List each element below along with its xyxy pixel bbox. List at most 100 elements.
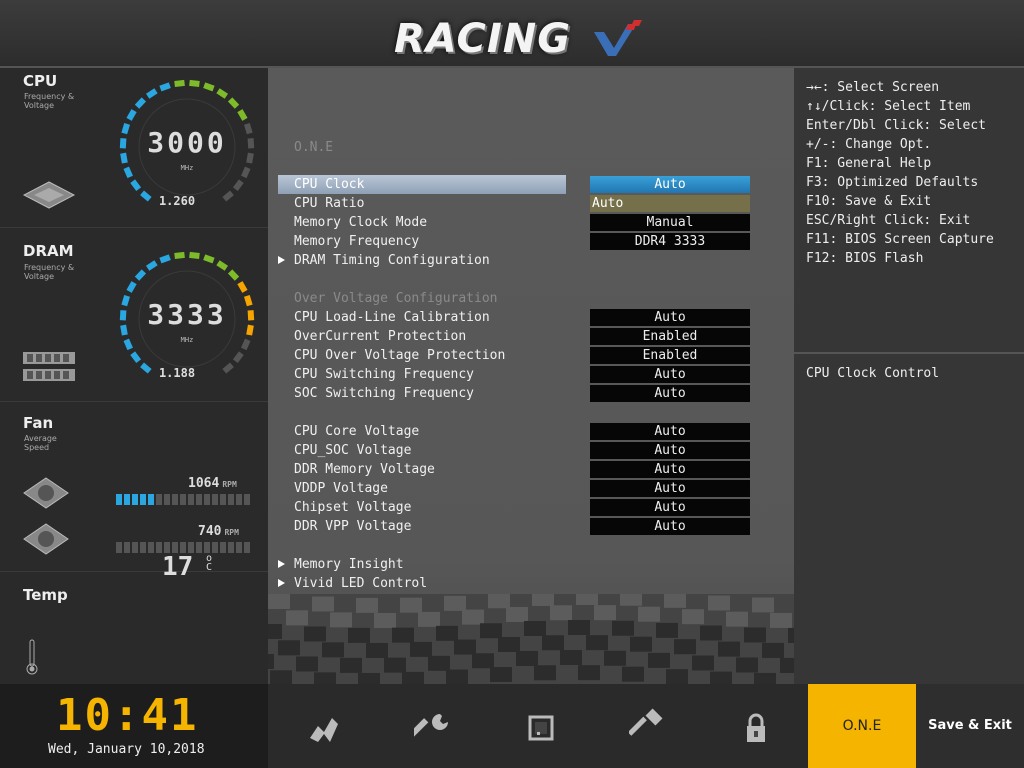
cpu-llc-value[interactable]: Auto <box>590 309 750 326</box>
flag-square <box>454 639 476 655</box>
flag-square <box>682 609 704 625</box>
fan-speed-segment <box>116 494 122 505</box>
cpu-switching-frequency-value[interactable]: Auto <box>590 366 750 383</box>
flag-square <box>366 642 388 658</box>
flag-square <box>516 650 538 666</box>
vddp-voltage-value[interactable]: Auto <box>590 480 750 497</box>
fan-section: Fan Average Speed 1064 RPM 740 RPM <box>0 402 268 572</box>
flag-square <box>534 665 556 681</box>
row-memory-insight[interactable]: Memory Insight <box>278 555 404 574</box>
row-chipset-voltage[interactable]: Chipset Voltage <box>294 498 411 517</box>
flag-square <box>744 627 766 643</box>
fan-speed-segment <box>148 542 154 553</box>
flag-square <box>312 596 334 612</box>
row-vddp-voltage[interactable]: VDDP Voltage <box>294 479 388 498</box>
flag-square <box>604 650 626 666</box>
gauge-segment <box>216 88 228 99</box>
row-dram-timing[interactable]: DRAM Timing Configuration <box>278 251 490 270</box>
header-bar: RACING <box>0 0 1024 68</box>
tab-save-exit[interactable]: Save & Exit <box>916 684 1024 768</box>
submenu-arrow-icon <box>278 256 285 264</box>
row-cpu-ratio[interactable]: CPU Ratio <box>294 194 364 213</box>
flag-square <box>340 657 362 673</box>
cpu-subtitle: Frequency & Voltage <box>24 92 75 110</box>
row-cpu-clock[interactable]: CPU Clock <box>278 175 566 194</box>
cpu-clock-value[interactable]: Auto <box>590 176 750 193</box>
memory-frequency-value[interactable]: DDR4 3333 <box>590 233 750 250</box>
speedometer-icon[interactable] <box>306 708 346 748</box>
lock-icon[interactable] <box>736 708 776 748</box>
fan-title: Fan <box>23 414 54 432</box>
flag-square <box>446 669 468 684</box>
section-title: O.N.E <box>294 140 334 155</box>
row-soc-switching-frequency[interactable]: SOC Switching Frequency <box>294 384 474 403</box>
row-memory-frequency[interactable]: Memory Frequency <box>294 232 419 251</box>
chip-icon[interactable] <box>521 708 561 748</box>
flag-square <box>718 641 740 657</box>
temp-section: Temp <box>0 572 268 684</box>
soc-switching-frequency-value[interactable]: Auto <box>590 385 750 402</box>
flag-square <box>524 620 546 636</box>
cpu-frequency-value: 3000 <box>147 126 227 159</box>
fan-speed-segment <box>228 542 234 553</box>
fan-speed-segment <box>220 494 226 505</box>
dram-module-icon <box>23 352 75 381</box>
row-cpu-llc[interactable]: CPU Load-Line Calibration <box>294 308 490 327</box>
flag-square <box>268 654 274 669</box>
wrench-icon[interactable] <box>414 708 454 748</box>
row-cpu-switching-frequency[interactable]: CPU Switching Frequency <box>294 365 474 384</box>
help-line: ESC/Right Click: Exit <box>806 213 971 228</box>
flag-square <box>322 642 344 658</box>
clock-box: 10:41 Wed, January 10,2018 <box>0 684 268 768</box>
fan-speed-segment <box>156 494 162 505</box>
hammer-icon[interactable] <box>629 708 669 748</box>
flag-square <box>400 597 422 613</box>
fan-speed-segment <box>140 494 146 505</box>
flag-square <box>472 653 494 669</box>
row-overcurrent-protection[interactable]: OverCurrent Protection <box>294 327 466 346</box>
memory-clock-mode-value[interactable]: Manual <box>590 214 750 231</box>
flag-square <box>330 612 352 628</box>
fan-speed-segment <box>132 494 138 505</box>
gauge-segment <box>174 79 185 87</box>
chipset-voltage-value[interactable]: Auto <box>590 499 750 516</box>
fan-speed-segment <box>220 542 226 553</box>
help-line: ↑↓/Click: Select Item <box>806 99 971 114</box>
row-cpu-soc-voltage[interactable]: CPU_SOC Voltage <box>294 441 411 460</box>
row-ddr-vpp-voltage[interactable]: DDR VPP Voltage <box>294 517 411 536</box>
flag-square <box>664 594 686 608</box>
cpu-soc-voltage-value[interactable]: Auto <box>590 442 750 459</box>
cpu-core-voltage-value[interactable]: Auto <box>590 423 750 440</box>
row-vivid-led-control[interactable]: Vivid LED Control <box>278 574 427 593</box>
ddr-memory-voltage-value[interactable]: Auto <box>590 461 750 478</box>
row-ddr-memory-voltage[interactable]: DDR Memory Voltage <box>294 460 435 479</box>
cpu-ratio-value[interactable]: Auto <box>590 195 750 212</box>
flag-square <box>736 657 758 673</box>
fan-speed-segment <box>244 494 250 505</box>
overcurrent-protection-value[interactable]: Enabled <box>590 328 750 345</box>
flag-square <box>666 669 688 684</box>
row-cpu-core-voltage[interactable]: CPU Core Voltage <box>294 422 419 441</box>
flag-square <box>708 595 730 611</box>
row-cpu-ovp[interactable]: CPU Over Voltage Protection <box>294 346 505 365</box>
status-panel: CPU Frequency & Voltage 3000 MHz 1.260 D… <box>0 68 268 684</box>
temp-unit: oC <box>206 553 213 573</box>
flag-square <box>392 627 414 643</box>
gauge-segment <box>126 281 137 293</box>
fan-speed-segment <box>228 494 234 505</box>
fan-1-icon <box>23 477 69 509</box>
flag-square <box>568 620 590 636</box>
flag-square <box>780 657 794 673</box>
gauge-segment <box>189 79 200 87</box>
flag-square <box>384 657 406 673</box>
gauge-segment <box>159 254 171 264</box>
row-memory-clock-mode[interactable]: Memory Clock Mode <box>294 213 427 232</box>
help-line: Enter/Dbl Click: Select <box>806 118 987 133</box>
submenu-arrow-icon <box>278 579 285 587</box>
flag-square <box>490 666 512 682</box>
ddr-vpp-voltage-value[interactable]: Auto <box>590 518 750 535</box>
fan-speed-segment <box>204 494 210 505</box>
fan-speed-segment <box>188 494 194 505</box>
cpu-ovp-value[interactable]: Enabled <box>590 347 750 364</box>
tab-one[interactable]: O.N.E <box>808 684 916 768</box>
